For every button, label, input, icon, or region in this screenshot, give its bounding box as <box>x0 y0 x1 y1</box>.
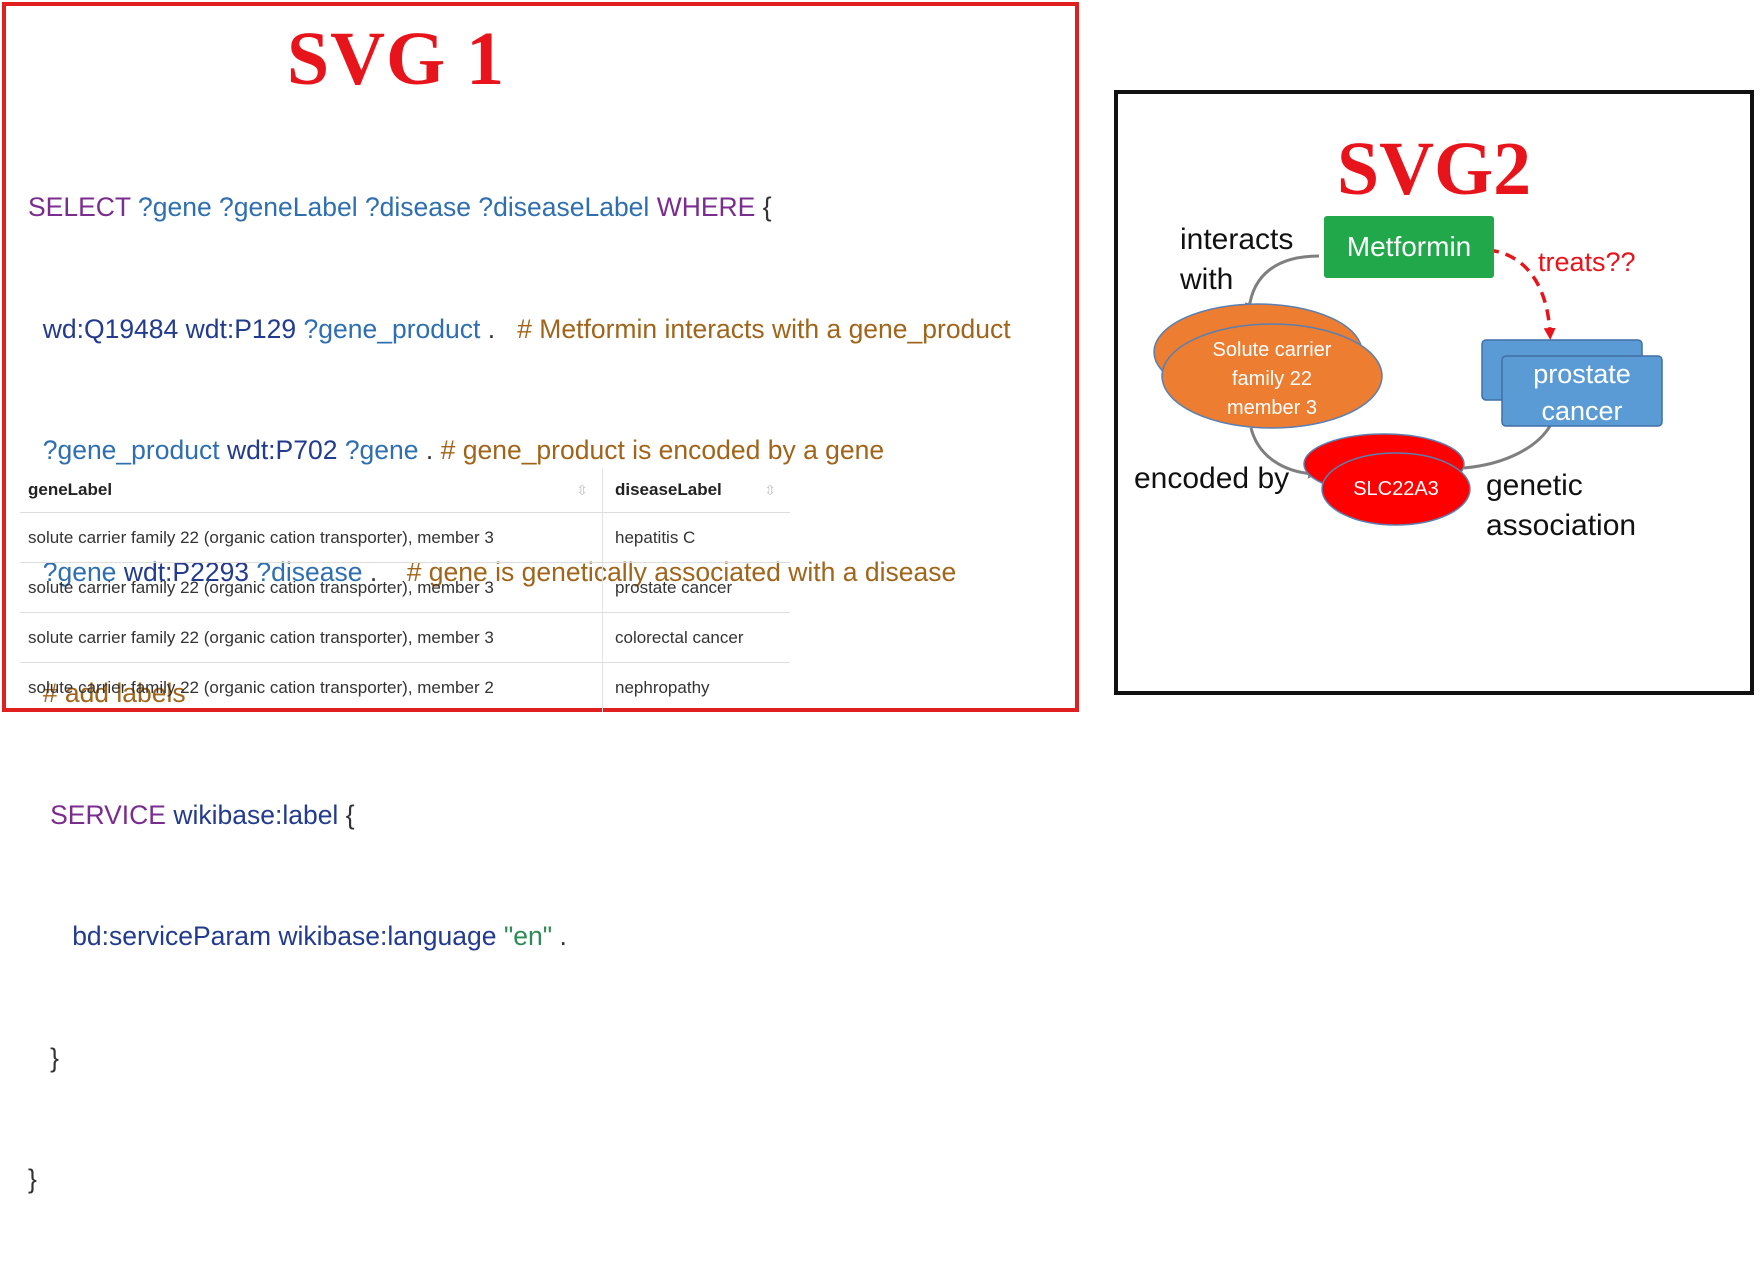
interacts-with-label: interacts with <box>1180 220 1293 300</box>
table-cell: nephropathy <box>615 677 710 697</box>
triple-dot: . <box>487 313 496 344</box>
sort-icon[interactable]: ⇳ <box>764 482 776 499</box>
close-brace: } <box>28 1164 37 1194</box>
select-keyword: SELECT <box>28 192 131 222</box>
table-cell: solute carrier family 22 (organic cation… <box>20 663 603 712</box>
service-keyword: SERVICE <box>50 799 166 830</box>
language-string: "en" <box>503 921 553 951</box>
query-comment: # Metformin interacts with a gene_produc… <box>517 313 1011 344</box>
table-cell: hepatitis C <box>615 527 696 547</box>
triple-dot: . <box>425 435 434 465</box>
column-header-genelabel[interactable]: geneLabel ⇳ <box>20 468 603 512</box>
triple-object: ?gene_product <box>303 313 481 344</box>
service-param: bd:serviceParam <box>72 921 272 951</box>
edge-label-line: with <box>1180 263 1234 296</box>
header-label: geneLabel <box>28 480 113 499</box>
triple-predicate: wdt:P702 <box>226 435 338 465</box>
table-cell: solute carrier family 22 (organic cation… <box>20 613 603 662</box>
close-brace: } <box>50 1042 59 1073</box>
prostate-cancer-label-line: cancer <box>1541 396 1623 426</box>
svg1-panel: SVG 1 SELECT ?gene ?geneLabel ?disease ?… <box>2 2 1079 1194</box>
query-comment: # gene_product is encoded by a gene <box>440 435 885 465</box>
table-row: solute carrier family 22 (organic cation… <box>20 512 790 562</box>
svg1-title: SVG 1 <box>286 17 506 101</box>
query-line-9: } <box>28 1159 1011 1200</box>
edge-label-line: interacts <box>1180 223 1294 256</box>
metformin-label: Metformin <box>1346 231 1472 262</box>
genetic-association-label: genetic association <box>1486 466 1636 546</box>
svg2-panel: SVG2 Metformin Solute carrier family 22 … <box>1114 90 1754 695</box>
solute-carrier-label-line: Solute carrier <box>1212 339 1332 361</box>
edge-label-line: genetic <box>1486 469 1583 502</box>
query-line-2: wd:Q19484 wdt:P129 ?gene_product . # Met… <box>28 309 1011 350</box>
service-entity: wikibase:label <box>173 799 339 830</box>
table-cell: solute carrier family 22 (organic cation… <box>20 513 603 562</box>
table-row: solute carrier family 22 (organic cation… <box>20 662 790 712</box>
table-cell: colorectal cancer <box>615 627 744 647</box>
solute-carrier-label-line: member 3 <box>1226 397 1318 419</box>
edge-label-line: association <box>1486 509 1637 542</box>
triple-dot: . <box>559 921 567 951</box>
query-line-7: bd:serviceParam wikibase:language "en" . <box>28 916 1011 957</box>
prostate-cancer-label: prostate cancer <box>1502 356 1662 430</box>
open-brace: { <box>345 799 355 830</box>
treats-label: treats?? <box>1538 247 1636 277</box>
solute-carrier-label: Solute carrier family 22 member 3 <box>1182 336 1362 423</box>
slc22a3-label: SLC22A3 <box>1353 478 1439 500</box>
results-table: geneLabel ⇳ diseaseLabel ⇳ solute carrie… <box>20 468 790 712</box>
table-row: solute carrier family 22 (organic cation… <box>20 562 790 612</box>
sort-icon[interactable]: ⇳ <box>576 482 588 499</box>
query-line-3: ?gene_product wdt:P702 ?gene . # gene_pr… <box>28 430 1011 471</box>
query-line-1: SELECT ?gene ?geneLabel ?disease ?diseas… <box>28 187 1011 228</box>
encoded-by-label: encoded by <box>1134 462 1290 495</box>
table-header-row: geneLabel ⇳ diseaseLabel ⇳ <box>20 468 790 512</box>
column-header-diseaselabel[interactable]: diseaseLabel ⇳ <box>603 468 790 512</box>
triple-subject: ?gene_product <box>42 435 220 465</box>
edge-genetic-association <box>1463 425 1552 470</box>
select-variables: ?gene ?geneLabel ?disease ?diseaseLabel <box>138 192 650 222</box>
table-row: solute carrier family 22 (organic cation… <box>20 612 790 662</box>
triple-subject: wd:Q19484 <box>42 313 179 344</box>
prostate-cancer-label-line: prostate <box>1533 359 1631 389</box>
triple-predicate: wdt:P129 <box>185 313 297 344</box>
query-line-6: SERVICE wikibase:label { <box>28 795 1011 836</box>
solute-carrier-label-line: family 22 <box>1231 368 1313 390</box>
where-keyword: WHERE <box>656 192 756 222</box>
table-cell: solute carrier family 22 (organic cation… <box>20 563 603 612</box>
open-brace: { <box>762 192 772 222</box>
language-entity: wikibase:language <box>278 921 497 951</box>
header-label: diseaseLabel <box>615 480 722 499</box>
table-cell: prostate cancer <box>615 577 733 597</box>
triple-object: ?gene <box>344 435 419 465</box>
query-line-8: } <box>28 1038 1011 1079</box>
